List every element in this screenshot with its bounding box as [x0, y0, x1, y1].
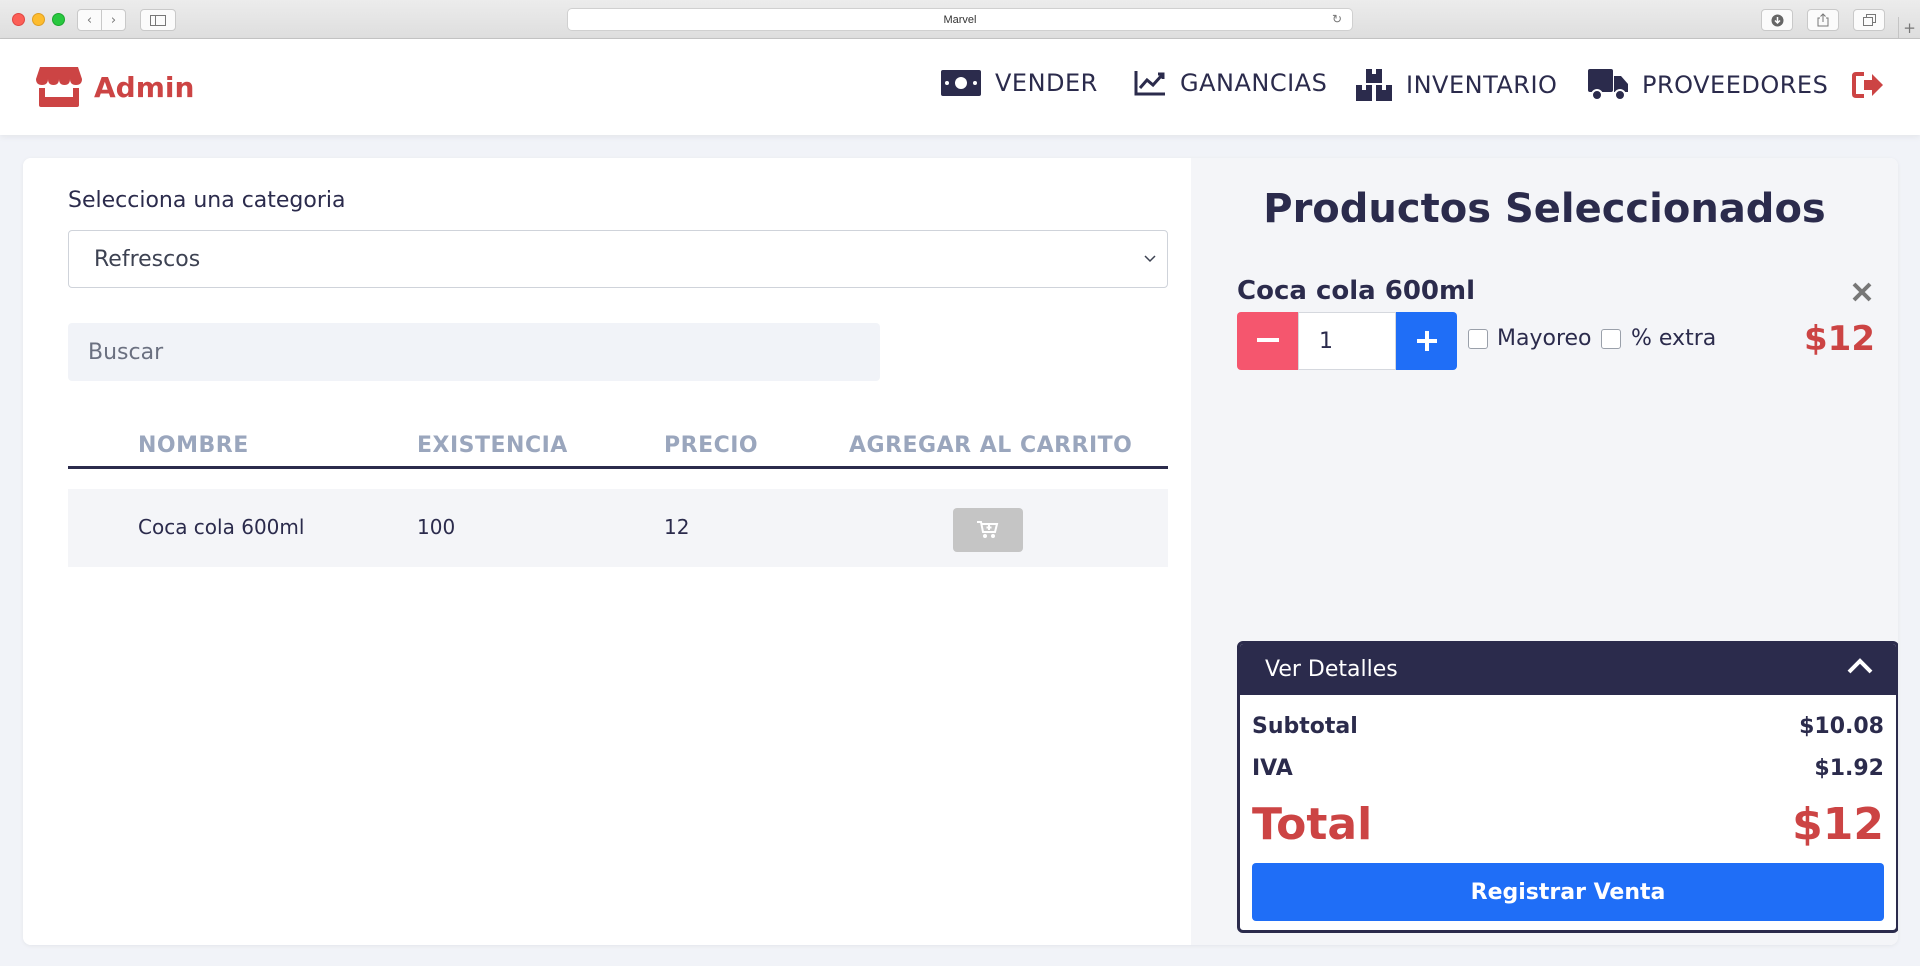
- total-value: $12: [1792, 799, 1884, 850]
- maximize-window-button[interactable]: [52, 13, 65, 26]
- close-icon: [1852, 282, 1872, 302]
- tabs-overview-button[interactable]: [1853, 9, 1885, 31]
- boxes-icon: [1356, 69, 1392, 101]
- download-icon: [1771, 14, 1783, 26]
- subtotal-value: $10.08: [1799, 714, 1884, 739]
- nav-proveedores[interactable]: PROVEEDORES: [1588, 69, 1828, 101]
- nav-label-ganancias: GANANCIAS: [1180, 69, 1328, 97]
- truck-icon: [1588, 69, 1628, 101]
- selected-products-title: Productos Seleccionados: [1263, 186, 1826, 232]
- browser-toolbar: ‹ › Marvel ↻ +: [0, 0, 1920, 39]
- forward-button[interactable]: ›: [101, 9, 126, 31]
- sign-out-icon: [1852, 72, 1883, 98]
- quantity-decrease-button[interactable]: [1237, 312, 1298, 370]
- money-bill-icon: [941, 70, 981, 96]
- order-details-panel: Ver Detalles Subtotal $10.08 IVA $1.92 T…: [1237, 641, 1898, 933]
- remove-item-button[interactable]: [1847, 277, 1877, 307]
- extra-percent-checkbox[interactable]: [1601, 329, 1621, 349]
- extra-percent-label: % extra: [1631, 326, 1717, 351]
- cart-item-price: $12: [1804, 319, 1875, 359]
- register-sale-button[interactable]: Registrar Venta: [1252, 863, 1884, 921]
- category-select[interactable]: Refrescos: [68, 230, 1168, 288]
- nav-label-vender: VENDER: [995, 69, 1098, 97]
- nav-label-inventario: INVENTARIO: [1406, 71, 1558, 99]
- nav-vender[interactable]: VENDER: [941, 69, 1098, 97]
- nav-ganancias[interactable]: GANANCIAS: [1134, 69, 1327, 97]
- back-button[interactable]: ‹: [77, 9, 102, 31]
- mayoreo-label: Mayoreo: [1497, 326, 1592, 351]
- sidebar-icon: [150, 14, 166, 26]
- cell-precio: 12: [664, 515, 690, 539]
- chevron-down-icon: [1144, 255, 1156, 263]
- category-selected-value: Refrescos: [94, 246, 201, 272]
- column-header-nombre: NOMBRE: [138, 433, 249, 458]
- share-button[interactable]: [1807, 9, 1839, 31]
- logout-button[interactable]: [1852, 72, 1884, 98]
- subtotal-label: Subtotal: [1252, 714, 1358, 739]
- cell-nombre: Coca cola 600ml: [138, 515, 305, 539]
- cart-item-name: Coca cola 600ml: [1237, 276, 1476, 306]
- top-navigation: Admin VENDER GANANCIAS INVENTARIO PROVEE…: [0, 39, 1920, 135]
- mayoreo-checkbox[interactable]: [1468, 329, 1488, 349]
- chevron-right-icon: ›: [110, 12, 117, 28]
- chevron-left-icon: ‹: [86, 12, 93, 28]
- products-table-header: NOMBRE EXISTENCIA PRECIO AGREGAR AL CARR…: [68, 423, 1168, 469]
- cell-existencia: 100: [417, 515, 456, 539]
- sidebar-toggle-button[interactable]: [140, 9, 176, 31]
- share-icon: [1817, 13, 1829, 27]
- tabs-icon: [1862, 14, 1876, 26]
- address-bar[interactable]: Marvel ↻: [567, 8, 1353, 31]
- column-header-existencia: EXISTENCIA: [417, 433, 568, 458]
- minus-icon: [1256, 338, 1279, 342]
- nav-inventario[interactable]: INVENTARIO: [1356, 69, 1557, 101]
- main-card: Selecciona una categoria Refrescos NOMBR…: [23, 158, 1898, 945]
- downloads-button[interactable]: [1761, 9, 1793, 31]
- store-icon: [36, 67, 82, 107]
- details-title: Ver Detalles: [1265, 657, 1398, 682]
- page-title: Marvel: [943, 13, 977, 26]
- minimize-window-button[interactable]: [32, 13, 45, 26]
- iva-label: IVA: [1252, 756, 1293, 781]
- product-catalog-panel: Selecciona una categoria Refrescos NOMBR…: [23, 158, 1191, 945]
- nav-label-proveedores: PROVEEDORES: [1642, 71, 1829, 99]
- plus-icon: [1416, 331, 1437, 351]
- quantity-value: 1: [1319, 328, 1333, 354]
- table-row: Coca cola 600ml 100 12: [68, 489, 1168, 567]
- total-label: Total: [1252, 799, 1373, 850]
- close-window-button[interactable]: [12, 13, 25, 26]
- brand-logo[interactable]: Admin: [36, 67, 194, 107]
- column-header-agregar: AGREGAR AL CARRITO: [849, 433, 1133, 458]
- new-tab-button[interactable]: +: [1898, 17, 1920, 39]
- selected-products-panel: Productos Seleccionados Coca cola 600ml …: [1191, 158, 1898, 945]
- quantity-input[interactable]: 1: [1298, 312, 1396, 370]
- cart-plus-icon: [977, 521, 999, 538]
- reload-icon[interactable]: ↻: [1332, 12, 1342, 26]
- details-header[interactable]: Ver Detalles: [1240, 644, 1896, 695]
- iva-value: $1.92: [1814, 756, 1884, 781]
- chart-line-icon: [1134, 71, 1165, 96]
- column-header-precio: PRECIO: [664, 433, 759, 458]
- chevron-up-icon[interactable]: [1846, 656, 1874, 676]
- plus-icon: +: [1903, 19, 1916, 37]
- search-input[interactable]: [68, 323, 880, 381]
- add-to-cart-button[interactable]: [953, 508, 1023, 552]
- category-label: Selecciona una categoria: [68, 188, 346, 213]
- quantity-increase-button[interactable]: [1396, 312, 1457, 370]
- brand-name: Admin: [94, 70, 195, 104]
